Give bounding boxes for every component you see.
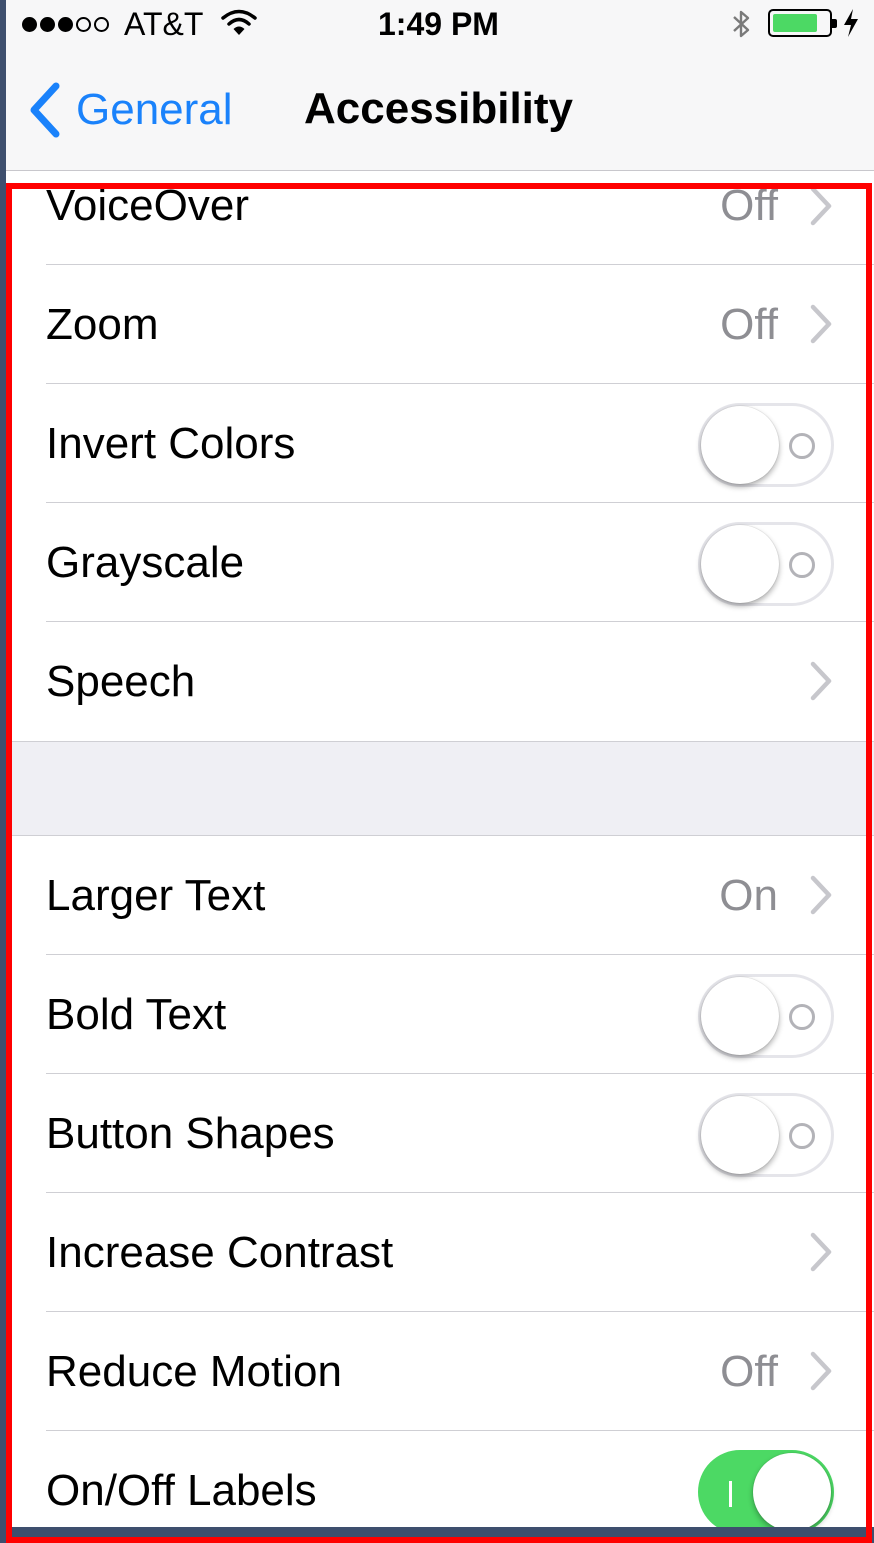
row-grayscale: Grayscale bbox=[6, 503, 874, 622]
chevron-right-icon bbox=[810, 1351, 832, 1391]
row-value: Off bbox=[720, 181, 778, 230]
row-on-off-labels: On/Off Labels bbox=[6, 1431, 874, 1527]
row-value: On bbox=[719, 871, 778, 920]
grayscale-toggle[interactable] bbox=[698, 522, 834, 606]
chevron-right-icon bbox=[810, 1232, 832, 1272]
row-bold-text: Bold Text bbox=[6, 955, 874, 1074]
page-title: Accessibility bbox=[304, 84, 574, 133]
back-button[interactable]: General bbox=[26, 78, 233, 142]
chevron-right-icon bbox=[810, 186, 832, 226]
invert-colors-toggle[interactable] bbox=[698, 403, 834, 487]
row-label: Grayscale bbox=[46, 538, 245, 587]
row-label: On/Off Labels bbox=[46, 1466, 317, 1515]
row-button-shapes: Button Shapes bbox=[6, 1074, 874, 1193]
row-label: Zoom bbox=[46, 300, 159, 349]
settings-screen: AT&T 1:49 PM General Accessibility Voice… bbox=[6, 0, 874, 1527]
chevron-left-icon bbox=[30, 82, 60, 138]
button-shapes-toggle[interactable] bbox=[698, 1093, 834, 1177]
row-zoom[interactable]: Zoom Off bbox=[6, 265, 874, 384]
row-reduce-motion[interactable]: Reduce Motion Off bbox=[6, 1312, 874, 1431]
row-label: Invert Colors bbox=[46, 419, 296, 468]
back-button-label: General bbox=[76, 85, 233, 134]
carrier-name: AT&T bbox=[124, 6, 204, 42]
on-off-labels-toggle[interactable] bbox=[698, 1450, 834, 1527]
charging-bolt-icon bbox=[844, 9, 858, 37]
bold-text-toggle[interactable] bbox=[698, 974, 834, 1058]
wifi-icon bbox=[221, 9, 257, 35]
row-label: Button Shapes bbox=[46, 1109, 335, 1158]
chevron-right-icon bbox=[810, 304, 832, 344]
battery-icon bbox=[768, 9, 837, 37]
row-label: Increase Contrast bbox=[46, 1228, 394, 1277]
row-label: Larger Text bbox=[46, 871, 266, 920]
row-label: Reduce Motion bbox=[46, 1347, 342, 1396]
row-label: VoiceOver bbox=[46, 181, 249, 230]
row-value: Off bbox=[720, 1347, 778, 1396]
row-larger-text[interactable]: Larger Text On bbox=[6, 836, 874, 955]
row-value: Off bbox=[720, 300, 778, 349]
signal-strength-icon bbox=[22, 15, 109, 33]
settings-list: VoiceOver Off Zoom Off Invert Colors Gra… bbox=[6, 171, 874, 1527]
row-invert-colors: Invert Colors bbox=[6, 384, 874, 503]
row-voiceover[interactable]: VoiceOver Off bbox=[6, 171, 874, 265]
bluetooth-icon bbox=[733, 10, 750, 38]
status-time: 1:49 PM bbox=[378, 6, 499, 42]
chevron-right-icon bbox=[810, 661, 832, 701]
row-increase-contrast[interactable]: Increase Contrast bbox=[6, 1193, 874, 1312]
section-divider bbox=[6, 741, 874, 836]
navigation-bar: General Accessibility bbox=[6, 60, 874, 160]
row-label: Speech bbox=[46, 657, 196, 706]
row-speech[interactable]: Speech bbox=[6, 622, 874, 741]
chevron-right-icon bbox=[810, 875, 832, 915]
row-label: Bold Text bbox=[46, 990, 227, 1039]
status-bar: AT&T 1:49 PM bbox=[6, 0, 874, 50]
